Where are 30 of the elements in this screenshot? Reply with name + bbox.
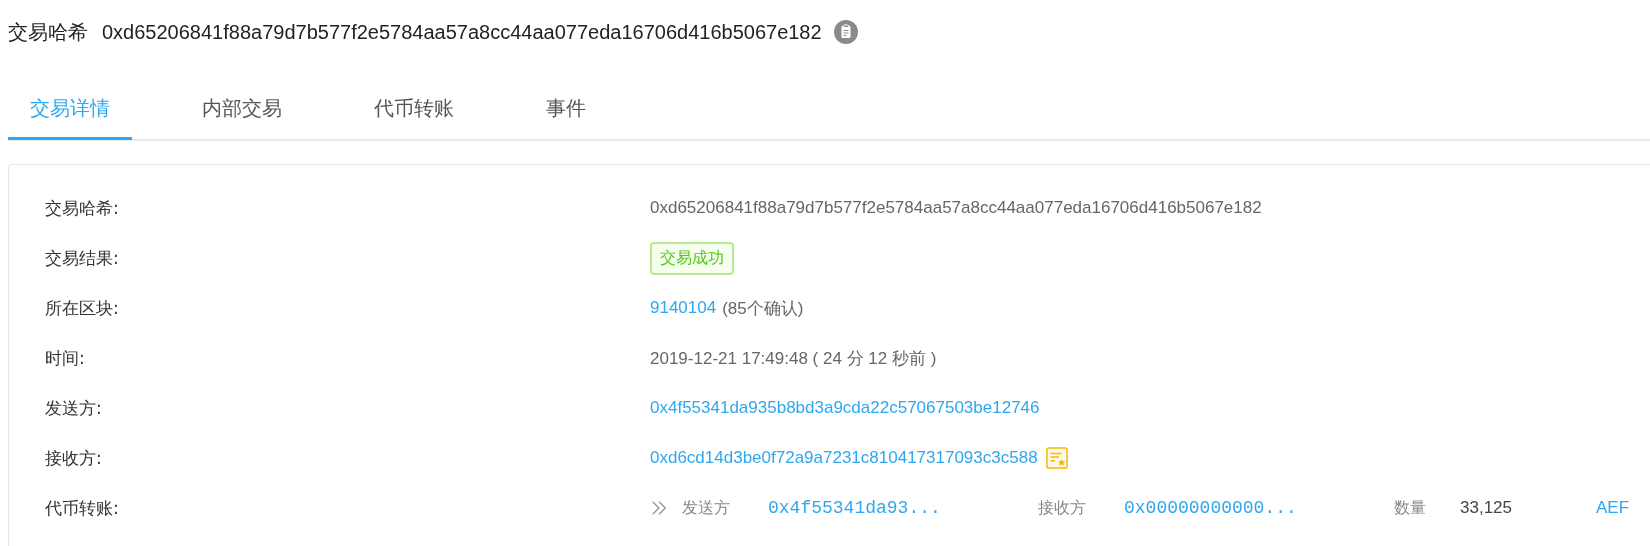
address-link[interactable]: 0xd6cd14d3be0f72a9a7231c810417317093c3c588 — [650, 448, 1038, 468]
page-title: 交易哈希 — [8, 18, 88, 46]
confirmations-text: (85个确认) — [722, 297, 804, 320]
field-label: 交易结果: — [44, 246, 120, 270]
tab[interactable]: 代币转账 — [352, 89, 476, 137]
transaction-hash: 0xd65206841f88a79d7b577f2e5784aa57a8cc44aa077eda16706d416b5067e182 — [102, 20, 822, 44]
to-label: 接收方 — [1038, 497, 1087, 519]
tab[interactable]: 事件 — [524, 89, 608, 137]
field-label: 代币转账: — [44, 496, 120, 520]
copy-icon[interactable] — [833, 20, 858, 44]
from-label: 发送方 — [682, 497, 731, 519]
address-link[interactable]: 0x4f55341da935b8bd3a9cda22c57067503be12746 — [650, 398, 1040, 418]
status-badge: 交易成功 — [650, 241, 734, 275]
amount-value: 33,125 — [1460, 498, 1513, 518]
token-link[interactable]: AEF — [1596, 498, 1630, 518]
field-label: 时间: — [44, 346, 86, 370]
address-link[interactable]: 0x00000000000... — [1124, 498, 1394, 518]
field-label: 接收方: — [44, 446, 103, 470]
field-label: 发送方: — [44, 396, 103, 420]
address-link[interactable]: 0x4f55341da93... — [768, 498, 1038, 518]
amount-label: 数量 — [1394, 497, 1427, 519]
tab[interactable]: 交易详情 — [8, 89, 132, 140]
tab[interactable]: 内部交易 — [180, 89, 304, 137]
field-label: 所在区块: — [44, 296, 120, 320]
field-label: 交易哈希: — [44, 196, 120, 220]
contract-icon — [1045, 446, 1068, 470]
field-value: 0xd65206841f88a79d7b577f2e5784aa57a8cc44aa077eda16706d416b5067e182 — [650, 198, 1262, 218]
field-value: 2019-12-21 17:49:48 ( 24 分 12 秒前 ) — [650, 347, 937, 370]
block-link[interactable]: 9140104 — [650, 298, 717, 318]
double-chevron-icon — [650, 499, 668, 517]
